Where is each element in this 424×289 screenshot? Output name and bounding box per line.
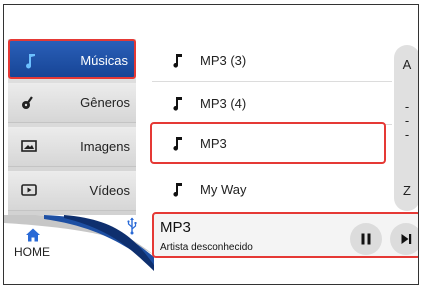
- image-icon: [21, 140, 37, 152]
- sidebar-item-generos[interactable]: Gêneros: [8, 83, 136, 123]
- music-note-icon: [173, 137, 182, 151]
- skip-next-icon: [401, 234, 412, 244]
- alpha-index-separator: -: [404, 113, 410, 128]
- list-item[interactable]: MP3 (4): [152, 82, 392, 125]
- music-note-icon: [173, 54, 182, 68]
- alpha-index-separator: -: [404, 99, 410, 114]
- music-note-icon: [173, 183, 182, 197]
- list-item-label: MP3 (4): [200, 96, 247, 111]
- usb-icon: [127, 217, 137, 235]
- music-note-icon: [26, 54, 35, 69]
- now-playing-artist: Artista desconhecido: [160, 242, 253, 253]
- alpha-index-top[interactable]: A: [394, 57, 418, 72]
- track-list: MP3 (3) MP3 (4) MP3 My Way: [150, 39, 392, 211]
- alphabet-index-scrollbar[interactable]: A - - - Z: [394, 45, 418, 211]
- home-icon[interactable]: [25, 227, 41, 243]
- sidebar-item-imagens[interactable]: Imagens: [8, 127, 136, 167]
- music-note-icon: [173, 97, 182, 111]
- list-item-label: MP3: [200, 136, 227, 151]
- now-playing-bar[interactable]: MP3 Artista desconhecido: [152, 212, 418, 258]
- alpha-index-separator: -: [404, 127, 410, 142]
- now-playing-title: MP3: [160, 219, 191, 236]
- list-item[interactable]: My Way: [152, 168, 392, 211]
- pause-icon: [361, 233, 371, 245]
- list-item[interactable]: MP3: [150, 122, 386, 164]
- alpha-index-bottom[interactable]: Z: [394, 183, 418, 198]
- sidebar-item-label: Gêneros: [80, 95, 130, 110]
- home-button-label[interactable]: HOME: [14, 245, 50, 259]
- infotainment-screen: Músicas Gêneros Imagens Vídeos MP3 (3) M…: [3, 4, 419, 285]
- sidebar-item-videos[interactable]: Vídeos: [8, 171, 136, 211]
- sidebar-item-label: Vídeos: [89, 183, 130, 198]
- list-item[interactable]: MP3 (3): [152, 39, 392, 82]
- next-track-button[interactable]: [390, 223, 418, 255]
- pause-button[interactable]: [350, 223, 382, 255]
- video-play-icon: [21, 184, 37, 196]
- guitar-icon: [22, 96, 33, 109]
- sidebar-item-label: Músicas: [80, 53, 128, 68]
- sidebar: Músicas Gêneros Imagens Vídeos: [8, 39, 136, 215]
- list-item-label: My Way: [200, 182, 247, 197]
- sidebar-item-musicas[interactable]: Músicas: [8, 39, 136, 79]
- list-item-label: MP3 (3): [200, 53, 247, 68]
- sidebar-item-label: Imagens: [80, 139, 130, 154]
